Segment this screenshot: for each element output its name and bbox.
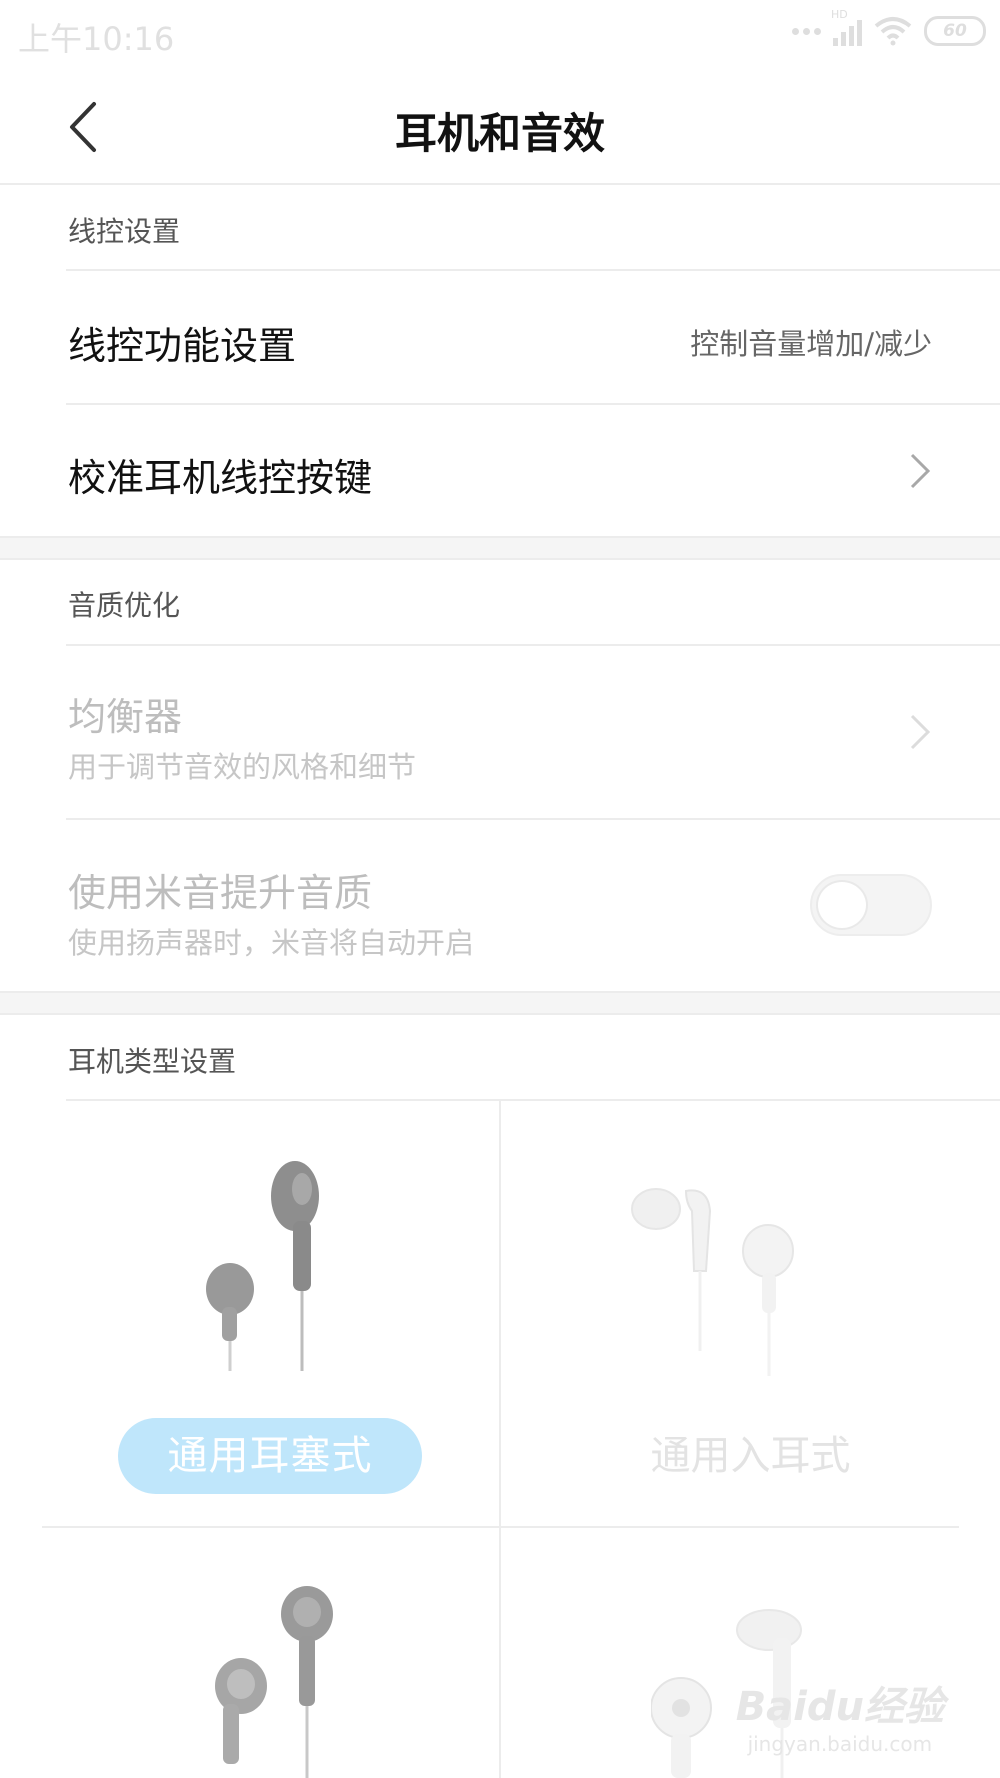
section-title-earphone-type: 耳机类型设置 <box>68 1045 237 1078</box>
miyin-row: 使用米音提升音质 使用扬声器时，米音将自动开启 <box>0 820 1000 991</box>
network-badge: HD <box>831 8 848 21</box>
earbud-earphone-icon <box>215 1586 333 1778</box>
earphone-type-earbud-cell[interactable]: 通用耳塞式 <box>0 1101 499 1526</box>
earbud-type-button: 通用耳塞式 <box>118 1418 422 1494</box>
earbud-earphone-icon <box>206 1161 319 1371</box>
dots-icon <box>792 27 821 35</box>
section-gap <box>0 991 1000 1015</box>
line-control-function-value: 控制音量增加/减少 <box>690 327 932 361</box>
earphone-type-in-ear-cell[interactable]: 通用入耳式 <box>501 1101 1000 1526</box>
wifi-icon <box>874 17 912 46</box>
settings-screen: 上午10:16 HD 60 耳机和音效 线控设置 线控功能设置 控制音量增加/减… <box>0 0 1000 1778</box>
baidu-watermark: Baidu经验 jingyan.baidu.com <box>736 1674 944 1756</box>
chevron-right-icon <box>910 714 931 750</box>
calibrate-keys-row[interactable]: 校准耳机线控按键 <box>0 405 1000 536</box>
battery-icon: 60 <box>924 16 986 46</box>
page-title: 耳机和音效 <box>394 109 605 158</box>
equalizer-label: 均衡器 <box>68 695 183 739</box>
earphone-type-cell-3[interactable] <box>0 1528 499 1778</box>
equalizer-subtitle: 用于调节音效的风格和细节 <box>68 750 417 784</box>
status-bar: 上午10:16 HD 60 <box>0 0 1000 70</box>
miyin-subtitle: 使用扬声器时，米音将自动开启 <box>68 926 475 960</box>
chevron-right-icon <box>910 453 931 489</box>
status-icons: HD 60 <box>792 8 986 46</box>
status-time: 上午10:16 <box>18 20 175 58</box>
watermark-url: jingyan.baidu.com <box>747 1732 933 1756</box>
in-ear-earphone-icon <box>631 1188 794 1376</box>
miyin-toggle[interactable] <box>810 874 932 936</box>
in-ear-type-label: 通用入耳式 <box>650 1433 851 1479</box>
signal-icon: HD <box>831 8 862 46</box>
section-title-sound-quality: 音质优化 <box>68 589 181 622</box>
watermark-brand: Baidu经验 <box>735 1684 944 1730</box>
line-control-function-row[interactable]: 线控功能设置 控制音量增加/减少 <box>0 271 1000 403</box>
miyin-label: 使用米音提升音质 <box>68 871 373 915</box>
app-header: 耳机和音效 <box>0 70 1000 185</box>
equalizer-row[interactable]: 均衡器 用于调节音效的风格和细节 <box>0 646 1000 818</box>
section-gap <box>0 536 1000 560</box>
toggle-knob <box>816 880 868 930</box>
calibrate-keys-label: 校准耳机线控按键 <box>68 456 373 500</box>
line-control-function-label: 线控功能设置 <box>68 324 297 368</box>
section-title-line-control: 线控设置 <box>68 215 181 248</box>
